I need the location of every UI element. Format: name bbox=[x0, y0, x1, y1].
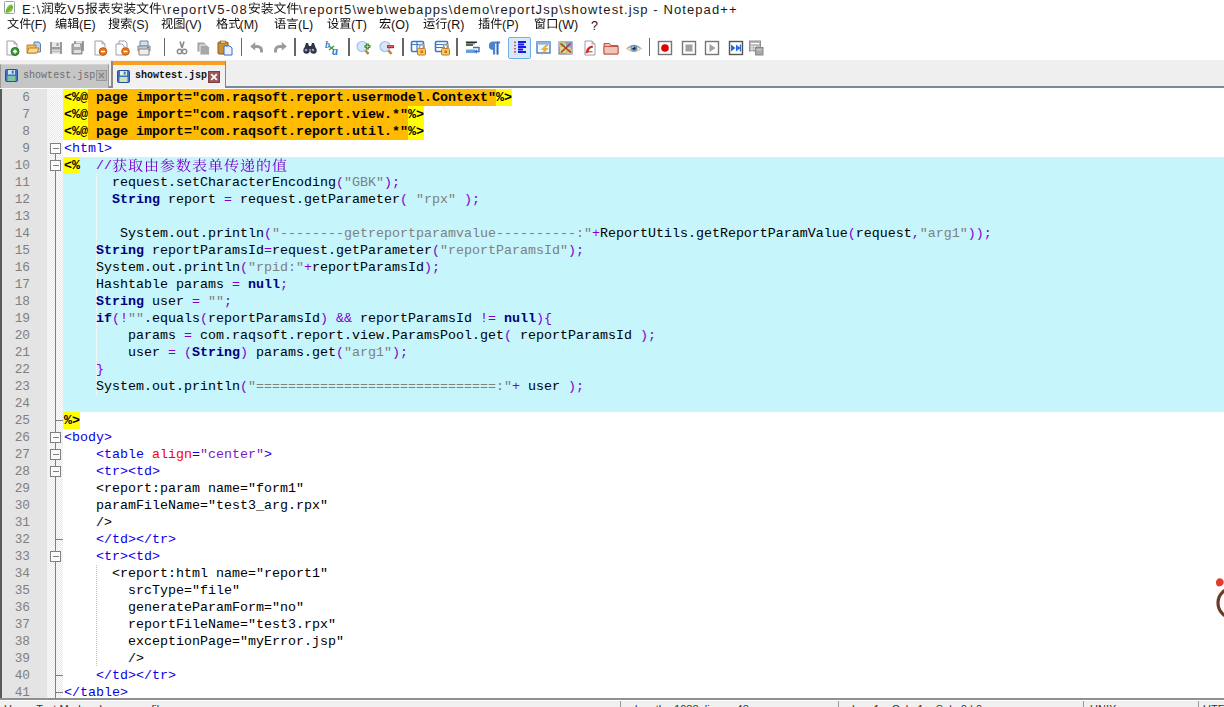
svg-text:b: b bbox=[325, 40, 330, 50]
